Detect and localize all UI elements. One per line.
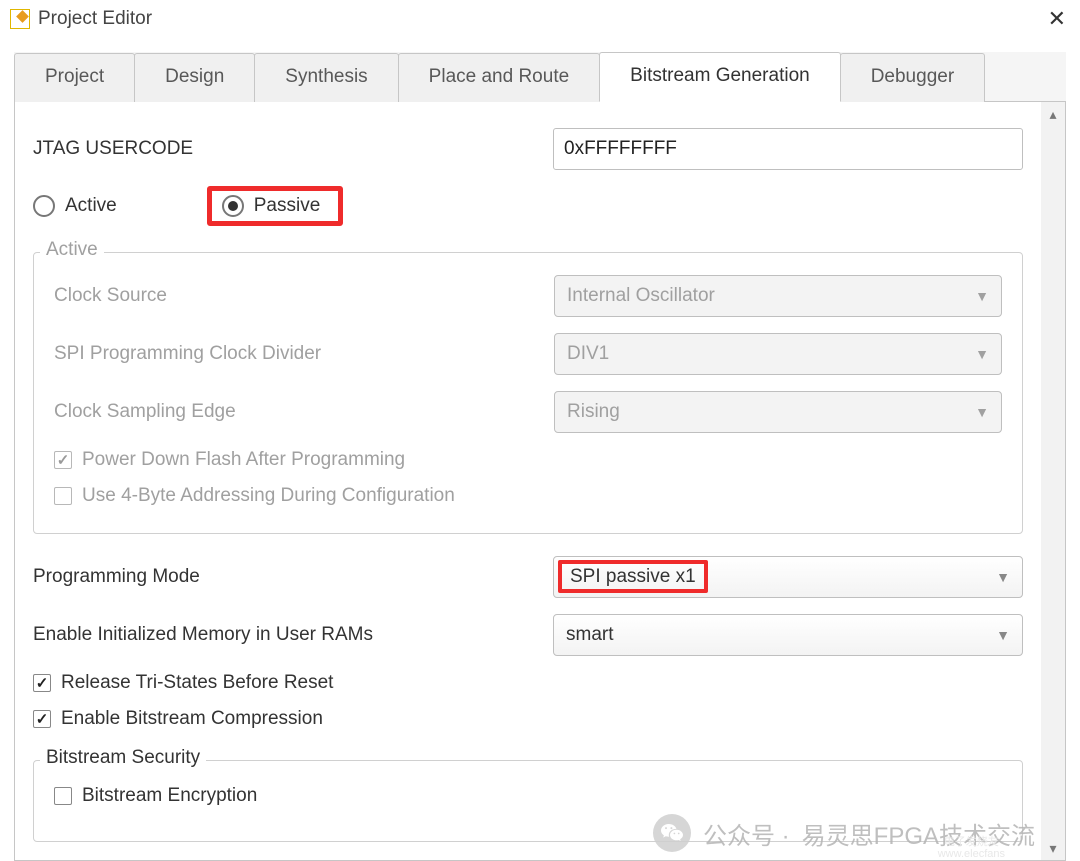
radio-active[interactable]: Active xyxy=(33,186,117,226)
window-title: Project Editor xyxy=(38,8,152,30)
radio-icon xyxy=(33,195,55,217)
chevron-down-icon: ▼ xyxy=(975,346,989,362)
radio-icon xyxy=(222,195,244,217)
radio-passive[interactable]: Passive xyxy=(222,195,321,217)
spi-clock-divider-select: DIV1 ▼ xyxy=(554,333,1002,375)
checkbox-label: Enable Bitstream Compression xyxy=(61,708,323,730)
select-value: Internal Oscillator xyxy=(567,285,715,307)
checkbox-4byte-addressing: Use 4-Byte Addressing During Configurati… xyxy=(54,485,455,507)
group-title: Bitstream Security xyxy=(40,747,206,769)
tab-label: Debugger xyxy=(871,66,954,87)
scrollbar[interactable]: ▴ ▾ xyxy=(1041,102,1065,860)
scroll-track[interactable] xyxy=(1041,126,1065,836)
checkbox-powerdown-flash: Power Down Flash After Programming xyxy=(54,449,405,471)
programming-mode-select[interactable]: SPI passive x1 ▼ xyxy=(553,556,1023,598)
clock-sampling-edge-label: Clock Sampling Edge xyxy=(54,401,554,423)
select-value: Rising xyxy=(567,401,620,423)
jtag-usercode-label: JTAG USERCODE xyxy=(33,138,553,160)
group-title: Active xyxy=(40,239,104,261)
clock-sampling-edge-select: Rising ▼ xyxy=(554,391,1002,433)
tab-debugger[interactable]: Debugger xyxy=(840,53,985,102)
tab-label: Design xyxy=(165,66,224,87)
group-active: Active Clock Source Internal Oscillator … xyxy=(33,252,1023,534)
tab-label: Project xyxy=(45,66,104,87)
checkbox-icon xyxy=(54,787,72,805)
tab-label: Bitstream Generation xyxy=(630,65,810,86)
chevron-down-icon: ▼ xyxy=(975,288,989,304)
tab-project[interactable]: Project xyxy=(14,53,135,102)
clock-source-label: Clock Source xyxy=(54,285,554,307)
tab-label: Place and Route xyxy=(429,66,570,87)
checkbox-icon xyxy=(54,487,72,505)
select-value: SPI passive x1 xyxy=(566,566,708,588)
chevron-down-icon: ▼ xyxy=(975,404,989,420)
mode-radios: Active Passive xyxy=(33,186,1023,226)
highlight-passive-radio: Passive xyxy=(207,186,344,226)
select-value: DIV1 xyxy=(567,343,609,365)
scroll-up-icon[interactable]: ▴ xyxy=(1041,102,1065,126)
enable-initialized-memory-label: Enable Initialized Memory in User RAMs xyxy=(33,624,553,646)
tab-bitstream-generation[interactable]: Bitstream Generation xyxy=(599,52,841,102)
spi-clock-divider-label: SPI Programming Clock Divider xyxy=(54,343,554,365)
tab-design[interactable]: Design xyxy=(134,53,255,102)
checkbox-icon xyxy=(54,451,72,469)
radio-label: Active xyxy=(65,195,117,217)
app-icon xyxy=(10,9,30,29)
jtag-usercode-input[interactable] xyxy=(553,128,1023,170)
tab-synthesis[interactable]: Synthesis xyxy=(254,53,398,102)
tab-place-and-route[interactable]: Place and Route xyxy=(398,53,601,102)
checkbox-release-tristates[interactable]: Release Tri-States Before Reset xyxy=(33,672,333,694)
clock-source-select: Internal Oscillator ▼ xyxy=(554,275,1002,317)
tab-label: Synthesis xyxy=(285,66,367,87)
radio-label: Passive xyxy=(254,195,321,217)
titlebar: Project Editor ✕ xyxy=(0,0,1080,38)
programming-mode-label: Programming Mode xyxy=(33,566,553,588)
select-value: smart xyxy=(566,624,614,646)
chevron-down-icon: ▼ xyxy=(996,569,1010,585)
checkbox-label: Bitstream Encryption xyxy=(82,785,257,807)
checkbox-bitstream-encryption[interactable]: Bitstream Encryption xyxy=(54,785,257,807)
group-bitstream-security: Bitstream Security Bitstream Encryption xyxy=(33,760,1023,842)
checkbox-icon xyxy=(33,710,51,728)
close-icon[interactable]: ✕ xyxy=(1048,8,1066,30)
chevron-down-icon: ▼ xyxy=(996,627,1010,643)
tab-bar: Project Design Synthesis Place and Route… xyxy=(14,52,1066,102)
checkbox-enable-compression[interactable]: Enable Bitstream Compression xyxy=(33,708,323,730)
checkbox-label: Release Tri-States Before Reset xyxy=(61,672,333,694)
enable-initialized-memory-select[interactable]: smart ▼ xyxy=(553,614,1023,656)
panel-bitstream-generation: ▴ ▾ JTAG USERCODE Active Passive xyxy=(14,102,1066,861)
checkbox-icon xyxy=(33,674,51,692)
checkbox-label: Use 4-Byte Addressing During Configurati… xyxy=(82,485,455,507)
checkbox-label: Power Down Flash After Programming xyxy=(82,449,405,471)
scroll-down-icon[interactable]: ▾ xyxy=(1041,836,1065,860)
highlight-programming-mode: SPI passive x1 xyxy=(558,560,708,593)
